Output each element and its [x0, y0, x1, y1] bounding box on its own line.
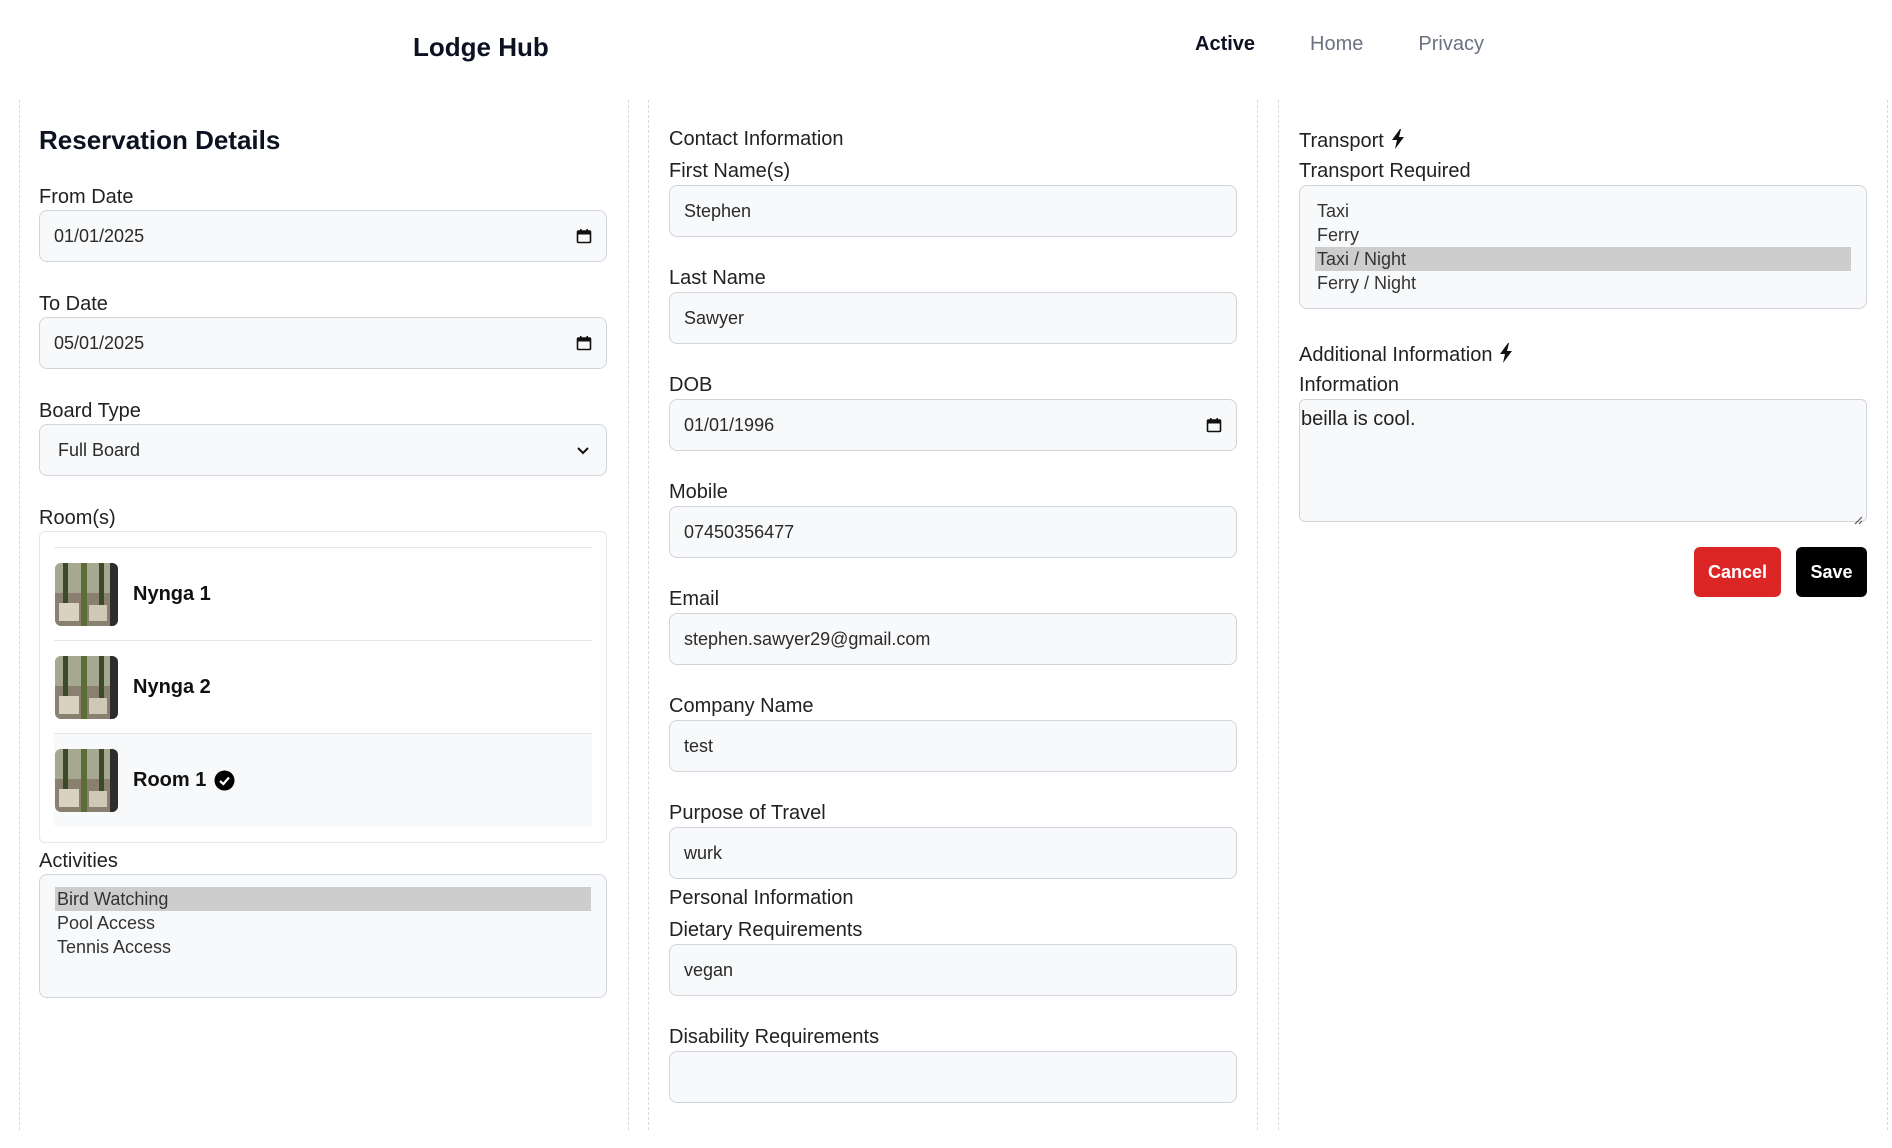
- information-value: beilla is cool.: [1301, 408, 1416, 430]
- email-label: Email: [669, 588, 720, 610]
- activity-option[interactable]: Tennis Access: [55, 935, 591, 959]
- last-name-input[interactable]: Sawyer: [669, 292, 1237, 344]
- purpose-label: Purpose of Travel: [669, 802, 826, 824]
- mobile-value: 07450356477: [684, 521, 795, 542]
- reservation-title: Reservation Details: [39, 125, 281, 155]
- nav-link-privacy[interactable]: Privacy: [1418, 33, 1484, 56]
- transport-listbox[interactable]: Taxi Ferry Taxi / Night Ferry / Night: [1299, 185, 1867, 309]
- dob-input[interactable]: 01/01/1996: [669, 399, 1237, 451]
- disability-label: Disability Requirements: [669, 1026, 880, 1048]
- company-name-input[interactable]: test: [669, 720, 1237, 772]
- room-thumbnail: [55, 655, 118, 719]
- information-textarea[interactable]: beilla is cool.: [1299, 399, 1867, 525]
- company-name-label: Company Name: [669, 695, 814, 717]
- email-input[interactable]: stephen.sawyer29@gmail.com: [669, 613, 1237, 665]
- check-circle-icon: [214, 770, 235, 791]
- activities-label: Activities: [39, 850, 118, 872]
- nav-link-home[interactable]: Home: [1310, 33, 1363, 56]
- last-name-value: Sawyer: [684, 307, 745, 328]
- lightning-icon: [1498, 343, 1514, 367]
- mobile-input[interactable]: 07450356477: [669, 506, 1237, 558]
- board-type-label: Board Type: [39, 400, 141, 422]
- transport-option[interactable]: Ferry / Night: [1315, 271, 1851, 295]
- save-button[interactable]: Save: [1796, 547, 1867, 597]
- rooms-label: Room(s): [39, 507, 116, 529]
- column-divider: [628, 100, 629, 1130]
- transport-option[interactable]: Taxi / Night: [1315, 247, 1851, 271]
- purpose-input[interactable]: wurk: [669, 827, 1237, 879]
- room-item-nynga-2[interactable]: Nynga 2: [54, 640, 592, 733]
- additional-section-label: Additional Information: [1299, 344, 1493, 366]
- additional-section-heading: Additional Information: [1299, 343, 1514, 367]
- transport-option[interactable]: Taxi: [1315, 199, 1851, 223]
- room-item-nynga-1[interactable]: Nynga 1: [54, 547, 592, 640]
- activity-option[interactable]: Pool Access: [55, 911, 591, 935]
- chevron-down-icon: [576, 442, 592, 458]
- column-divider: [648, 100, 649, 1130]
- board-type-value: Full Board: [58, 439, 141, 460]
- room-item-room-1[interactable]: Room 1: [54, 733, 592, 826]
- to-date-value: 05/01/2025: [54, 332, 145, 353]
- transport-section-heading: Transport: [1299, 129, 1406, 153]
- brand-logo-text[interactable]: Lodge Hub: [413, 32, 549, 63]
- contact-section-label: Contact Information: [669, 128, 844, 150]
- board-type-select[interactable]: Full Board: [39, 424, 607, 476]
- lightning-icon: [1390, 129, 1406, 153]
- dob-value: 01/01/1996: [684, 414, 775, 435]
- calendar-icon[interactable]: [576, 335, 592, 351]
- first-name-label: First Name(s): [669, 160, 791, 182]
- to-date-input[interactable]: 05/01/2025: [39, 317, 607, 369]
- rooms-list: Nynga 1 Nynga 2 Room 1: [39, 531, 607, 843]
- cancel-button[interactable]: Cancel: [1694, 547, 1781, 597]
- column-divider: [1887, 100, 1888, 1130]
- first-name-input[interactable]: Stephen: [669, 185, 1237, 237]
- from-date-value: 01/01/2025: [54, 225, 145, 246]
- column-divider: [1278, 100, 1279, 1130]
- column-divider: [1257, 100, 1258, 1130]
- dietary-label: Dietary Requirements: [669, 919, 863, 941]
- information-label: Information: [1299, 374, 1400, 396]
- calendar-icon[interactable]: [1206, 417, 1222, 433]
- room-name: Nynga 1: [133, 582, 211, 605]
- nav-link-active[interactable]: Active: [1195, 33, 1255, 56]
- calendar-icon[interactable]: [576, 228, 592, 244]
- dietary-input[interactable]: vegan: [669, 944, 1237, 996]
- column-divider: [19, 100, 20, 1130]
- resize-handle-icon[interactable]: [1853, 508, 1863, 525]
- room-name: Nynga 2: [133, 675, 211, 698]
- mobile-label: Mobile: [669, 481, 728, 503]
- main-nav: Active Home Privacy: [1195, 33, 1484, 56]
- last-name-label: Last Name: [669, 267, 766, 289]
- room-thumbnail: [55, 562, 118, 626]
- from-date-input[interactable]: 01/01/2025: [39, 210, 607, 262]
- activity-option[interactable]: Bird Watching: [55, 887, 591, 911]
- transport-section-label: Transport: [1299, 130, 1384, 152]
- to-date-label: To Date: [39, 293, 108, 315]
- room-name: Room 1: [133, 768, 207, 791]
- transport-option[interactable]: Ferry: [1315, 223, 1851, 247]
- email-value: stephen.sawyer29@gmail.com: [684, 628, 931, 649]
- room-thumbnail: [55, 748, 118, 812]
- dob-label: DOB: [669, 374, 713, 396]
- from-date-label: From Date: [39, 186, 134, 208]
- purpose-value: wurk: [684, 842, 723, 863]
- transport-required-label: Transport Required: [1299, 160, 1471, 182]
- company-name-value: test: [684, 735, 714, 756]
- personal-section-label: Personal Information: [669, 887, 854, 909]
- dietary-value: vegan: [684, 959, 734, 980]
- activities-listbox[interactable]: Bird Watching Pool Access Tennis Access: [39, 874, 607, 998]
- first-name-value: Stephen: [684, 200, 752, 221]
- disability-input[interactable]: [669, 1051, 1237, 1103]
